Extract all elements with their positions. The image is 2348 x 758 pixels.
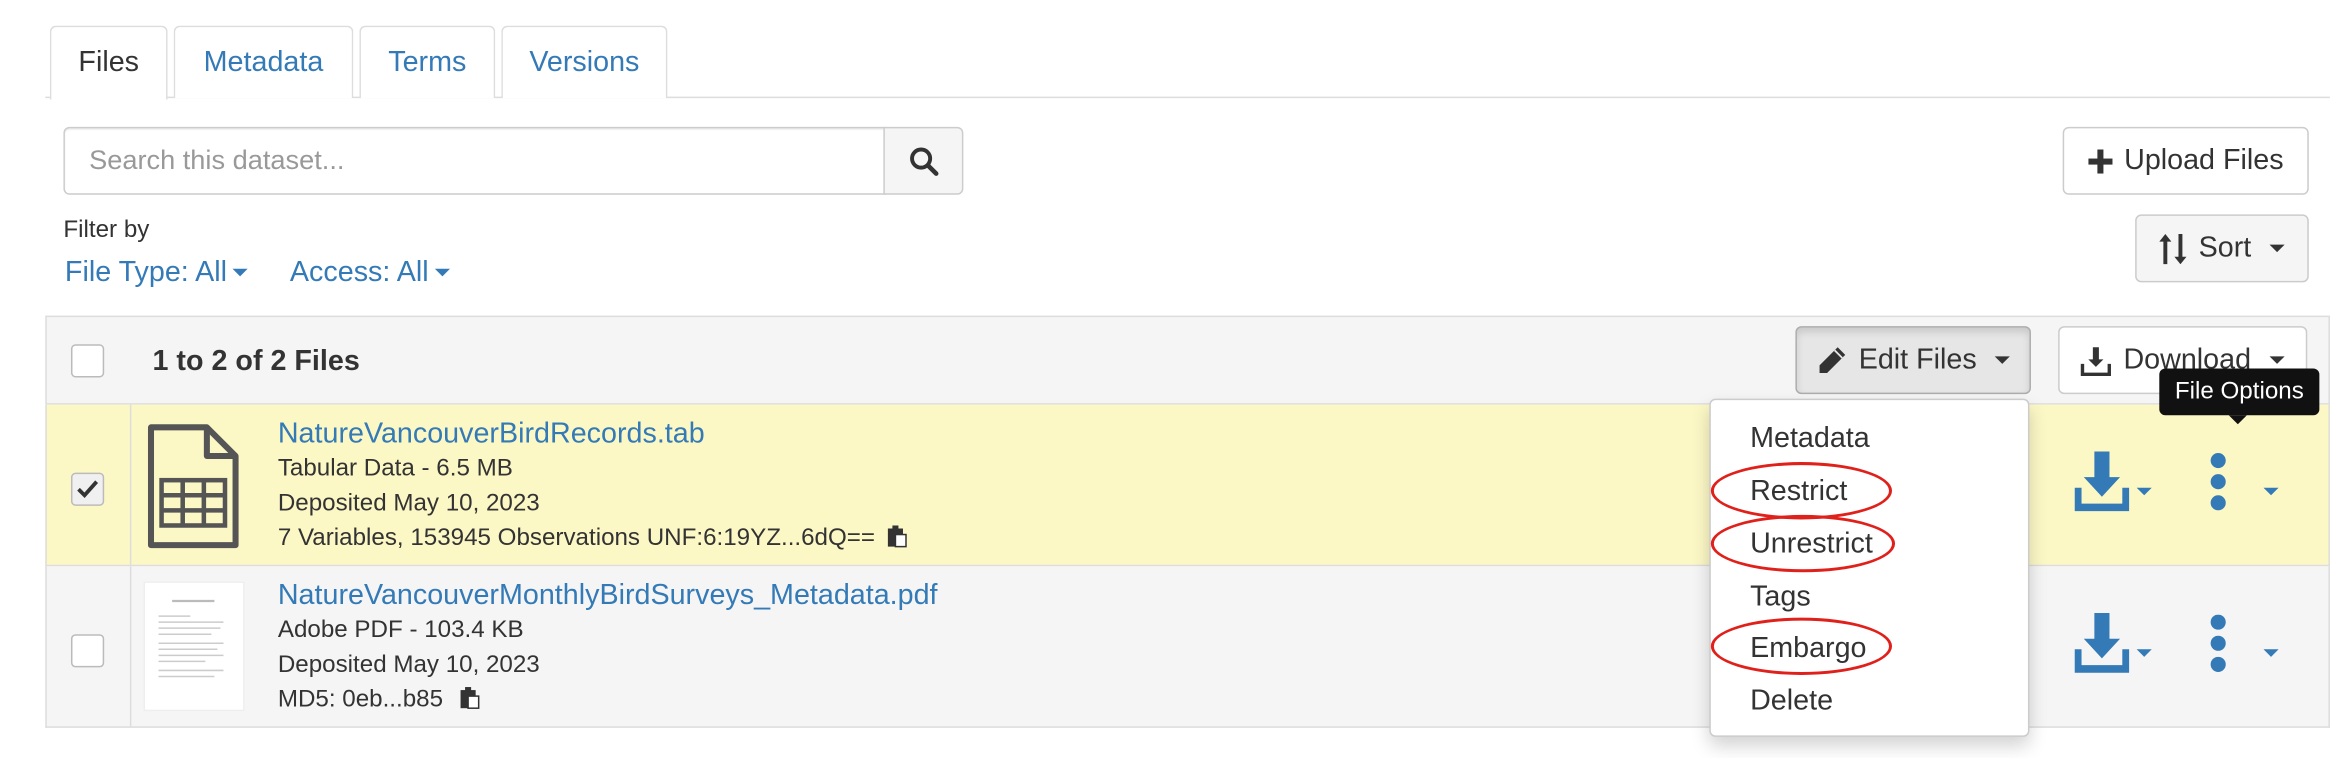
chevron-down-icon [434, 269, 450, 278]
sort-icon [2159, 233, 2187, 264]
upload-files-button[interactable]: Upload Files [2062, 126, 2309, 195]
download-file-icon[interactable] [2074, 451, 2130, 512]
menu-item-tags[interactable]: Tags [1750, 581, 1811, 614]
chevron-down-icon [233, 269, 249, 278]
filter-label: Filter by [63, 217, 150, 244]
chevron-down-icon[interactable] [2263, 487, 2279, 496]
embargo-highlight-circle [1710, 617, 1893, 675]
download-icon [2081, 346, 2112, 376]
pdf-thumbnail [143, 581, 245, 712]
row-checkbox[interactable] [70, 472, 105, 506]
sort-label: Sort [2198, 231, 2252, 264]
upload-files-label: Upload Files [2124, 144, 2284, 176]
checkmark-icon [77, 480, 99, 499]
download-file-icon[interactable] [2074, 613, 2130, 673]
edit-files-label: Edit Files [1858, 343, 1977, 376]
edit-files-menu: Metadata Restrict Unrestrict Tags Embarg… [1709, 398, 2030, 737]
clipboard-icon[interactable] [886, 524, 907, 548]
tab-terms[interactable]: Terms [359, 25, 496, 99]
edit-files-button[interactable]: Edit Files [1795, 326, 2031, 395]
file-deposited-date: Deposited May 10, 2023 [277, 652, 540, 678]
restrict-highlight-circle [1710, 462, 1893, 520]
tab-versions[interactable]: Versions [501, 25, 668, 99]
menu-item-metadata[interactable]: Metadata [1750, 423, 1870, 456]
file-type-size: Adobe PDF - 103.4 KB [277, 617, 524, 644]
pencil-icon [1819, 346, 1846, 373]
chevron-down-icon [1994, 356, 2010, 364]
row-divider [129, 566, 132, 727]
file-details-text: 7 Variables, 153945 Observations UNF:6:1… [277, 525, 876, 552]
chevron-down-icon [2269, 244, 2285, 253]
search-input[interactable] [63, 126, 887, 195]
row-divider [129, 404, 132, 565]
chevron-down-icon[interactable] [2263, 649, 2279, 657]
tab-files[interactable]: Files [49, 25, 168, 100]
plus-icon [2087, 148, 2113, 173]
row-checkbox[interactable] [70, 634, 105, 668]
file-type-size: Tabular Data - 6.5 MB [277, 456, 513, 482]
search-button[interactable] [883, 126, 964, 195]
file-details: 7 Variables, 153945 Observations UNF:6:1… [278, 524, 908, 553]
file-options-tooltip: File Options [2159, 368, 2320, 416]
tooltip-arrow [2228, 415, 2247, 425]
search-icon [909, 146, 938, 176]
more-options-icon[interactable] [2209, 453, 2227, 511]
file-deposited-date: Deposited May 10, 2023 [277, 490, 540, 517]
sort-button[interactable]: Sort [2135, 214, 2309, 283]
tabular-file-icon [146, 423, 240, 557]
file-name-link[interactable]: NatureVancouverMonthlyBirdSurveys_Metada… [278, 580, 938, 613]
menu-item-delete[interactable]: Delete [1750, 686, 1833, 719]
tab-metadata[interactable]: Metadata [173, 25, 354, 99]
chevron-down-icon [2269, 356, 2285, 364]
file-type-filter-label: File Type: All [64, 256, 228, 289]
unrestrict-highlight-circle [1710, 514, 1896, 573]
chevron-down-icon[interactable] [2136, 487, 2152, 496]
select-all-checkbox[interactable] [70, 344, 105, 378]
clipboard-icon[interactable] [459, 686, 480, 710]
access-filter[interactable]: Access: All [290, 257, 450, 290]
chevron-down-icon[interactable] [2136, 649, 2152, 657]
file-count-label: 1 to 2 of 2 Files [152, 345, 360, 378]
file-type-filter[interactable]: File Type: All [64, 256, 249, 290]
file-name-link[interactable]: NatureVancouverBirdRecords.tab [278, 418, 705, 451]
file-details-text: MD5: 0eb...b85 [277, 687, 444, 713]
file-details: MD5: 0eb...b85 [278, 686, 480, 715]
more-options-icon[interactable] [2209, 614, 2227, 672]
access-filter-label: Access: All [289, 256, 429, 289]
